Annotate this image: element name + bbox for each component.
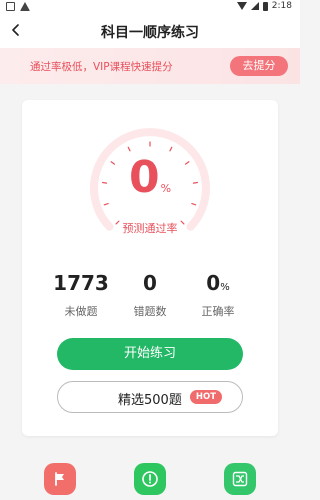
shuffle-icon <box>232 471 248 487</box>
mistakes-button[interactable] <box>134 463 166 495</box>
signal-icon <box>250 2 259 10</box>
exclamation-icon <box>142 471 158 487</box>
start-practice-button[interactable]: 开始练习 <box>57 338 243 370</box>
stat-wrong: 0 错题数 <box>133 271 167 318</box>
gauge-tick <box>127 146 131 152</box>
page-title: 科目一顺序练习 <box>101 25 199 41</box>
flag-icon <box>55 472 64 486</box>
status-time: 2:18 <box>271 1 292 11</box>
bottom-toolbar <box>0 455 300 500</box>
practice-card: 0% 预测通过率 1773 未做题 0 错题数 0% 正确率 开始练习 精选50… <box>22 100 278 436</box>
image-icon <box>6 2 15 11</box>
promo-banner[interactable]: 通过率极低，VIP课程快速提分 去提分 <box>0 48 300 84</box>
promo-text: 通过率极低，VIP课程快速提分 <box>30 61 173 73</box>
status-bar: 2:18 <box>0 0 300 14</box>
favorites-button[interactable] <box>44 463 76 495</box>
nav-bar: 科目一顺序练习 <box>0 14 300 48</box>
selected-questions-label: 精选500题 <box>118 393 182 408</box>
hot-badge: HOT <box>190 390 222 404</box>
pass-rate-label: 预测通过率 <box>122 222 178 235</box>
wifi-icon <box>236 2 247 10</box>
stat-accuracy: 0% 正确率 <box>201 271 235 318</box>
stats-row: 1773 未做题 0 错题数 0% 正确率 <box>22 270 278 318</box>
pass-rate-value: 0% <box>128 152 172 203</box>
gauge-tick <box>169 146 173 152</box>
warning-icon <box>20 2 30 11</box>
stat-undone: 1773 未做题 <box>53 271 109 318</box>
random-practice-button[interactable] <box>224 463 256 495</box>
selected-questions-button[interactable]: 精选500题 HOT <box>57 381 243 413</box>
battery-icon <box>262 1 268 11</box>
boost-score-button[interactable]: 去提分 <box>230 56 288 76</box>
